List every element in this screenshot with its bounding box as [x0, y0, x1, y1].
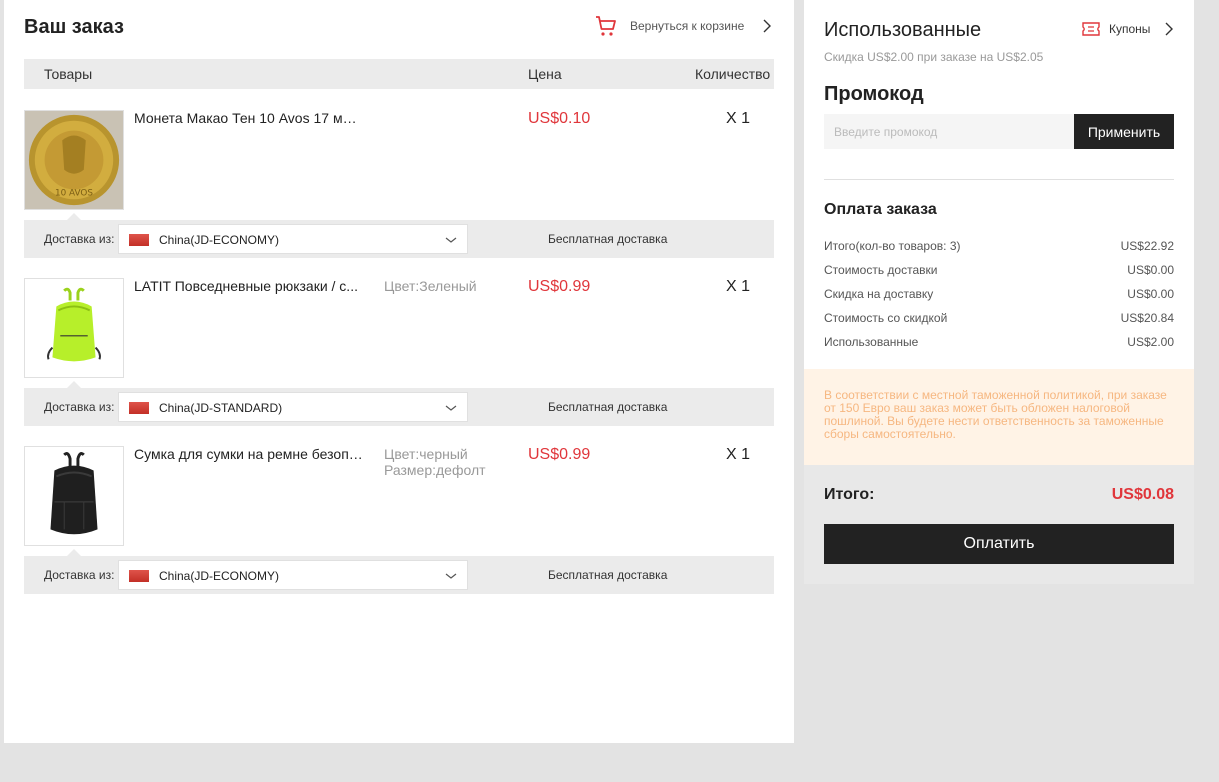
- summary-panel: Использованные Купоны Скидка US$2.00 при…: [804, 0, 1194, 369]
- svg-text:10 AVOS: 10 AVOS: [55, 188, 93, 198]
- summary-row-subtotal: Итого(кол-во товаров: 3) US$22.92: [824, 239, 1174, 253]
- product-name[interactable]: Монета Макао Тен 10 Avos 17 мм 1993 года…: [134, 110, 366, 126]
- backpack-image: [25, 447, 123, 545]
- product-image-backpack-black[interactable]: [24, 446, 124, 546]
- table-header: Товары Цена Количество: [24, 59, 774, 89]
- order-item: LATIT Повседневные рюкзаки / с... Цвет:З…: [24, 258, 774, 426]
- shipping-row: Доставка из: China(JD-STANDARD) Бесплатн…: [24, 381, 774, 426]
- coupons-link[interactable]: Купоны: [1082, 21, 1174, 37]
- product-price: US$0.10: [528, 110, 591, 127]
- product-qty: X 1: [726, 446, 751, 463]
- apply-promo-button[interactable]: Применить: [1074, 114, 1174, 149]
- shipping-option: China(JD-STANDARD): [159, 401, 283, 415]
- customs-notice: В соответствии с местной таможенной поли…: [804, 369, 1194, 465]
- page-title: Ваш заказ: [24, 16, 124, 38]
- order-item: 10 AVOS Монета Макао Тен 10 Avos 17 мм 1…: [24, 90, 774, 258]
- promo-title: Промокод: [824, 83, 924, 105]
- coupons-subtitle: Скидка US$2.00 при заказе на US$2.05: [824, 50, 1044, 64]
- product-price: US$0.99: [528, 278, 591, 295]
- divider: [824, 179, 1174, 180]
- total-box: Итого: US$0.08 Оплатить: [804, 465, 1194, 584]
- chevron-down-icon: [445, 573, 457, 579]
- shipping-cost: Бесплатная доставка: [548, 232, 668, 246]
- backpack-image: [25, 279, 123, 377]
- coupons-title: Использованные: [824, 19, 982, 41]
- customs-notice-text: В соответствии с местной таможенной поли…: [824, 388, 1167, 441]
- chevron-down-icon: [445, 405, 457, 411]
- shipping-select[interactable]: China(JD-ECONOMY): [118, 224, 468, 254]
- shipping-option: China(JD-ECONOMY): [159, 233, 280, 247]
- coupons-link-label: Купоны: [1109, 22, 1151, 36]
- shipping-label: Доставка из:: [44, 232, 115, 246]
- order-item: Сумка для сумки на ремне безопасности Цв…: [24, 426, 774, 594]
- column-price: Цена: [528, 66, 562, 82]
- shipping-label: Доставка из:: [44, 400, 115, 414]
- summary-row-shipping: Стоимость доставки US$0.00: [824, 263, 1174, 277]
- chevron-right-icon: [1165, 22, 1174, 36]
- pay-button[interactable]: Оплатить: [824, 524, 1174, 564]
- product-name[interactable]: LATIT Повседневные рюкзаки / с...: [134, 278, 366, 294]
- back-to-cart-label: Вернуться к корзине: [630, 19, 745, 33]
- chevron-down-icon: [445, 237, 457, 243]
- flag-icon: [129, 570, 149, 582]
- product-attrs: Цвет:Зеленый: [384, 278, 477, 294]
- chevron-right-icon: [763, 19, 772, 33]
- shipping-cost: Бесплатная доставка: [548, 568, 668, 582]
- attr-color: Цвет:черный: [384, 446, 468, 462]
- summary-row-coupons: Использованные US$2.00: [824, 335, 1174, 349]
- summary-row-shipping-discount: Скидка на доставку US$0.00: [824, 287, 1174, 301]
- promo-input[interactable]: [824, 114, 1074, 149]
- coin-image: 10 AVOS: [25, 111, 123, 209]
- payment-title: Оплата заказа: [824, 201, 937, 218]
- attr-color: Цвет:Зеленый: [384, 278, 477, 294]
- shipping-label: Доставка из:: [44, 568, 115, 582]
- product-image-backpack-green[interactable]: [24, 278, 124, 378]
- shipping-cost: Бесплатная доставка: [548, 400, 668, 414]
- back-to-cart-link[interactable]: Вернуться к корзине: [594, 14, 772, 38]
- product-qty: X 1: [726, 278, 751, 295]
- flag-icon: [129, 402, 149, 414]
- product-price: US$0.99: [528, 446, 591, 463]
- shipping-select[interactable]: China(JD-STANDARD): [118, 392, 468, 422]
- shipping-option: China(JD-ECONOMY): [159, 569, 280, 583]
- summary-row-discounted: Стоимость со скидкой US$20.84: [824, 311, 1174, 325]
- total-label: Итого:: [824, 486, 875, 503]
- product-image-coin[interactable]: 10 AVOS: [24, 110, 124, 210]
- product-attrs: Цвет:черный Размер:дефолт: [384, 446, 486, 478]
- attr-size: Размер:дефолт: [384, 462, 486, 478]
- column-goods: Товары: [44, 66, 93, 82]
- shipping-row: Доставка из: China(JD-ECONOMY) Бесплатна…: [24, 213, 774, 258]
- total-value: US$0.08: [1111, 486, 1174, 503]
- product-qty: X 1: [726, 110, 751, 127]
- cart-icon: [596, 16, 616, 36]
- flag-icon: [129, 234, 149, 246]
- product-name[interactable]: Сумка для сумки на ремне безопасности: [134, 446, 366, 462]
- order-panel: Ваш заказ Вернуться к корзине Товары Цен…: [4, 0, 794, 743]
- shipping-select[interactable]: China(JD-ECONOMY): [118, 560, 468, 590]
- column-qty: Количество: [695, 66, 771, 82]
- ticket-icon: [1082, 22, 1100, 36]
- shipping-row: Доставка из: China(JD-ECONOMY) Бесплатна…: [24, 549, 774, 594]
